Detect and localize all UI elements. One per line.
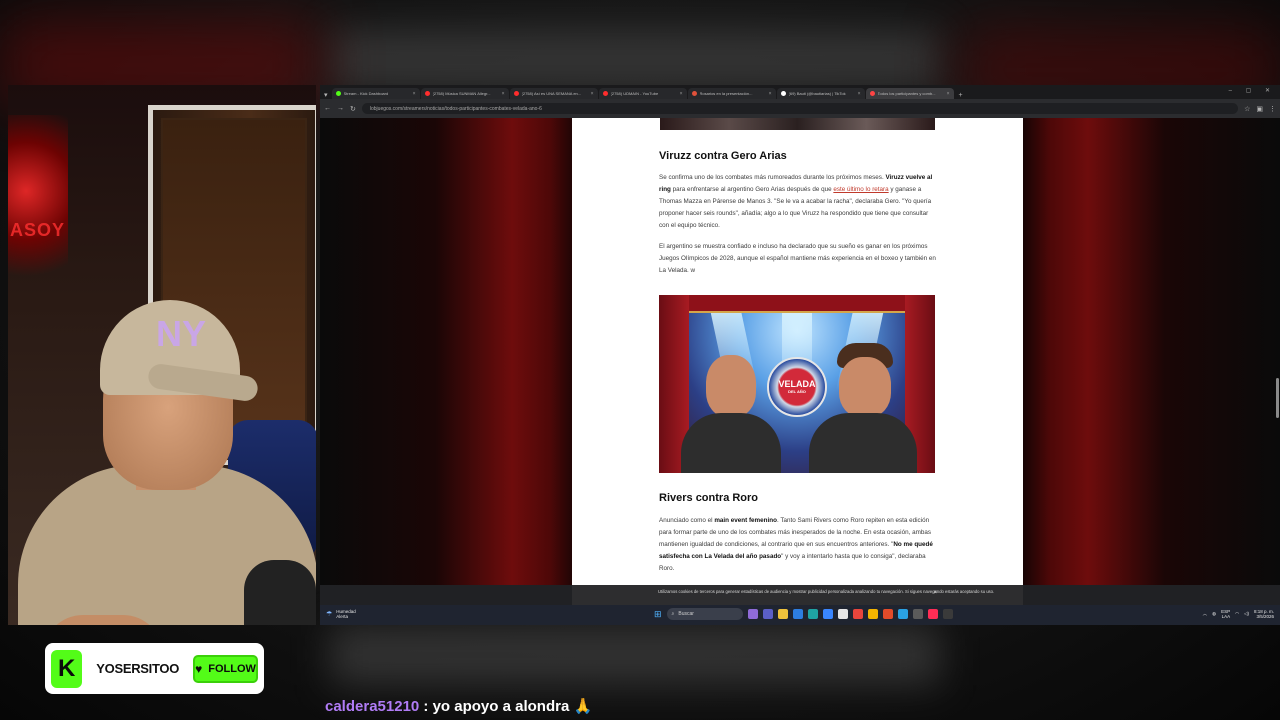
paragraph-3: Anunciado como el main event femenino. T… [659,517,933,572]
address-bar: ← → ↻ lobjuegos.com/streamers/noticias/t… [320,99,1280,118]
weather-icon: ☂ [326,611,333,618]
app-icon-tf[interactable] [882,609,893,619]
stage-valance [659,295,935,313]
app-icon-chrome-active[interactable] [867,609,878,619]
retara-link[interactable]: este último lo retara [833,186,888,193]
windows-taskbar: ☂ Humedad Alerta ⊞ ⌕ Buscar ︿ ◍ ESP LAA … [320,605,1280,625]
tab-close-icon[interactable]: × [947,91,950,97]
app-icon-teams[interactable] [762,609,773,619]
app-icon-settings[interactable] [912,609,923,619]
tray-network-icon[interactable]: ◍ [1212,611,1216,617]
app-icon-obs[interactable] [942,609,953,619]
bookmark-star-icon[interactable]: ☆ [1244,105,1250,113]
fighter-right [809,343,917,473]
tab-close-icon[interactable]: × [858,91,861,97]
extensions-icon[interactable]: ▣ [1256,105,1263,113]
cookie-text: Utilizamos cookies de terceros para gene… [658,589,995,594]
section-title-viruzz: Viruzz contra Gero Arias [659,150,787,162]
volume-icon[interactable]: ◁) [1244,611,1249,617]
neon-sign-text: ASOY [10,220,66,240]
cookie-close-icon[interactable]: × [933,590,937,596]
article-column: Viruzz contra Gero Arias Se confirma uno… [572,118,1023,585]
app-icon-vpn[interactable] [897,609,908,619]
cap-logo: NY [156,313,207,354]
chat-message: caldera51210 : yo apoyo a alondra 🙏 [325,697,592,715]
fighter-left [681,355,781,473]
window-controls[interactable]: – ▢ ✕ [1229,87,1276,94]
neon-sign [8,115,68,305]
paragraph-2: El argentino se muestra confiado e inclu… [659,243,936,274]
stream-scene: ASOY NY K YOSERSITOO ♥ FOLLOW caldera512… [0,0,1280,720]
tab-favicon-icon [602,91,608,96]
tab-favicon-icon [335,91,341,96]
browser-window: ▾ Stream - Kick Dashboard × (2758) Música… [320,85,1280,625]
browser-tab[interactable]: (2758) Música SUNMAN Allegr... × [420,88,509,99]
browser-tab-active[interactable]: Todos los participantes y comb... × [865,88,954,99]
tab-close-icon[interactable]: × [413,91,416,97]
app-icon-tiktok[interactable] [927,609,938,619]
heart-icon: ♥ [195,661,203,676]
url-input[interactable]: lobjuegos.com/streamers/noticias/todos-p… [361,103,1239,114]
browser-tab[interactable]: (2758) UDMAIN - YouTube × [598,88,687,99]
follow-button[interactable]: ♥ FOLLOW [193,654,258,683]
chat-text: yo apoyo a alondra 🙏 [432,698,593,715]
chat-separator: : [423,698,429,715]
taskbar-search[interactable]: ⌕ Buscar [666,608,743,620]
browser-tab[interactable]: (69) Bauti (@bautiarias) | TikTok × [776,88,865,99]
tab-favicon-icon [424,91,430,96]
menu-kebab-icon[interactable]: ⋮ [1269,105,1276,113]
language-indicator[interactable]: ESP LAA [1221,609,1230,619]
app-icon-copilot[interactable] [747,609,758,619]
chat-username: caldera51210 [325,698,420,715]
page-scrollbar[interactable] [1276,378,1279,418]
back-icon[interactable]: ← [324,105,331,112]
tab-favicon-icon [869,91,875,96]
tab-close-icon[interactable]: × [680,91,683,97]
tab-favicon-icon [691,91,697,96]
browser-tab[interactable]: Rosarios en la presentación... × [687,88,776,99]
tab-close-icon[interactable]: × [591,91,594,97]
tab-favicon-icon [780,91,786,96]
follow-card: K YOSERSITOO ♥ FOLLOW [45,643,264,694]
web-page: Viruzz contra Gero Arias Se confirma uno… [320,118,1280,585]
app-icon-chrome[interactable] [852,609,863,619]
app-icon-explorer[interactable] [777,609,788,619]
tab-favicon-icon [513,91,519,96]
cookie-banner: Utilizamos cookies de terceros para gene… [572,585,1023,605]
app-icon-store[interactable] [792,609,803,619]
wifi-icon[interactable]: ◠ [1235,611,1239,617]
app-icon-calendar[interactable] [837,609,848,619]
browser-tab[interactable]: Stream - Kick Dashboard × [331,88,420,99]
app-icon-mail[interactable] [822,609,833,619]
taskbar-apps: ⊞ ⌕ Buscar [654,608,953,620]
background-glow-top [330,30,940,90]
new-tab-icon[interactable]: + [959,92,963,99]
forward-icon[interactable]: → [337,105,344,112]
microphone [244,560,316,625]
windows-start-icon[interactable]: ⊞ [654,609,662,620]
channel-name: YOSERSITOO [96,661,180,676]
search-icon: ⌕ [671,611,675,617]
section-title-rivers: Rivers contra Roro [659,492,759,504]
reload-icon[interactable]: ↻ [350,105,356,113]
background-glow-bottom [330,625,940,685]
clock[interactable]: 8:18 p. m. 3/5/2026 [1254,609,1274,619]
velada-hero-image: VELADA DEL AÑO [659,295,935,473]
tab-close-icon[interactable]: × [769,91,772,97]
follow-label: FOLLOW [208,662,256,675]
paragraph-1: Se confirma uno de los combates más rumo… [659,174,933,229]
weather-widget[interactable]: ☂ Humedad Alerta [326,609,356,619]
app-icon-edge[interactable] [807,609,818,619]
browser-tab[interactable]: (2758) Así es UNA SEMANA en... × [509,88,598,99]
tray-chevron-icon[interactable]: ︿ [1203,611,1208,617]
tab-menu-icon[interactable]: ▾ [324,91,328,99]
webcam-feed: ASOY NY [8,85,316,625]
kick-logo-icon: K [51,649,83,688]
system-tray: ︿ ◍ ESP LAA ◠ ◁) 8:18 p. m. 3/5/2026 [1203,609,1274,619]
tab-bar: ▾ Stream - Kick Dashboard × (2758) Música… [320,85,1280,99]
tab-close-icon[interactable]: × [502,91,505,97]
previous-image-bottom [660,118,935,130]
